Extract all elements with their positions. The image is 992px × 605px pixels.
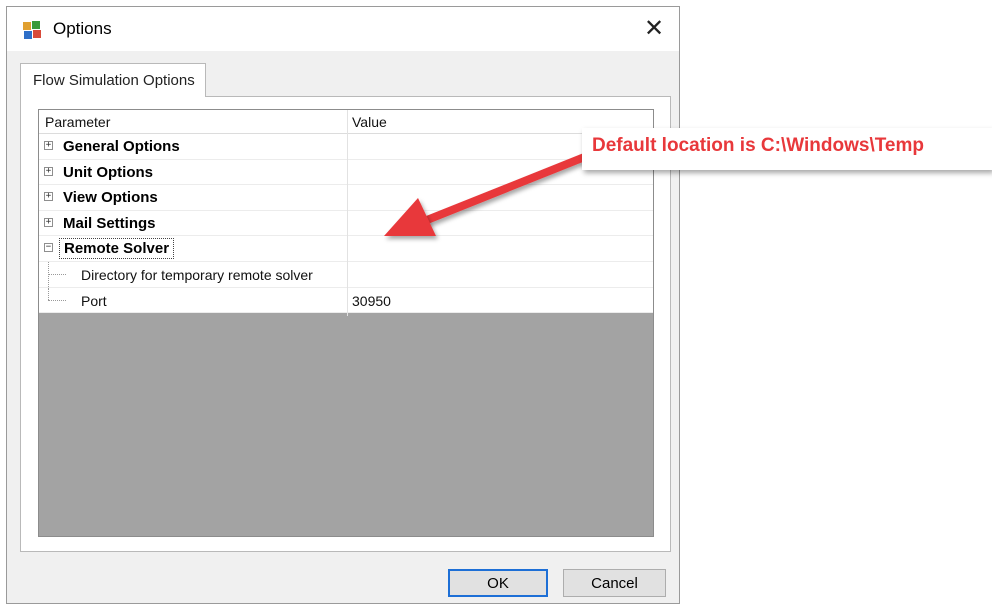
window-title: Options [53,19,112,38]
collapse-icon[interactable]: − [44,243,53,253]
expand-icon[interactable]: + [44,141,53,150]
expand-icon[interactable]: + [44,192,53,202]
close-button[interactable]: ✕ [637,13,671,45]
group-label: General Options [63,138,180,155]
annotation-callout: Default location is C:\Windows\Temp [582,128,992,170]
property-label: Directory for temporary remote solver [81,266,313,283]
cancel-button[interactable]: Cancel [563,569,666,597]
tab-flow-simulation-options[interactable]: Flow Simulation Options [20,63,206,97]
property-value-port[interactable]: 30950 [352,293,391,309]
group-label: Unit Options [63,163,153,181]
property-label: Port [81,292,107,309]
tree-line [48,273,66,275]
grid-row-remote-directory[interactable]: Directory for temporary remote solver [39,261,653,288]
options-dialog: Options ✕ Flow Simulation Options Parame… [6,6,680,604]
annotation-arrow [384,150,596,236]
annotation-text: Default location is C:\Windows\Temp [592,135,924,156]
title-bar[interactable]: Options ✕ [7,7,679,51]
group-label-selected: Remote Solver [59,238,175,260]
tree-line [48,287,49,300]
group-label: Mail Settings [63,214,156,232]
ok-button[interactable]: OK [448,569,548,597]
close-icon: ✕ [643,15,665,42]
group-label: View Options [63,189,158,207]
tree-line [48,299,66,301]
tab-label: Flow Simulation Options [33,72,195,89]
column-separator[interactable] [347,110,348,316]
grid-header: Parameter Value [39,110,653,134]
grid-row-port[interactable]: Port 30950 [39,287,653,314]
expand-icon[interactable]: + [44,217,53,227]
column-header-parameter: Parameter [45,114,111,130]
column-header-value: Value [352,114,387,130]
app-icon [23,21,41,39]
expand-icon[interactable]: + [44,166,53,176]
